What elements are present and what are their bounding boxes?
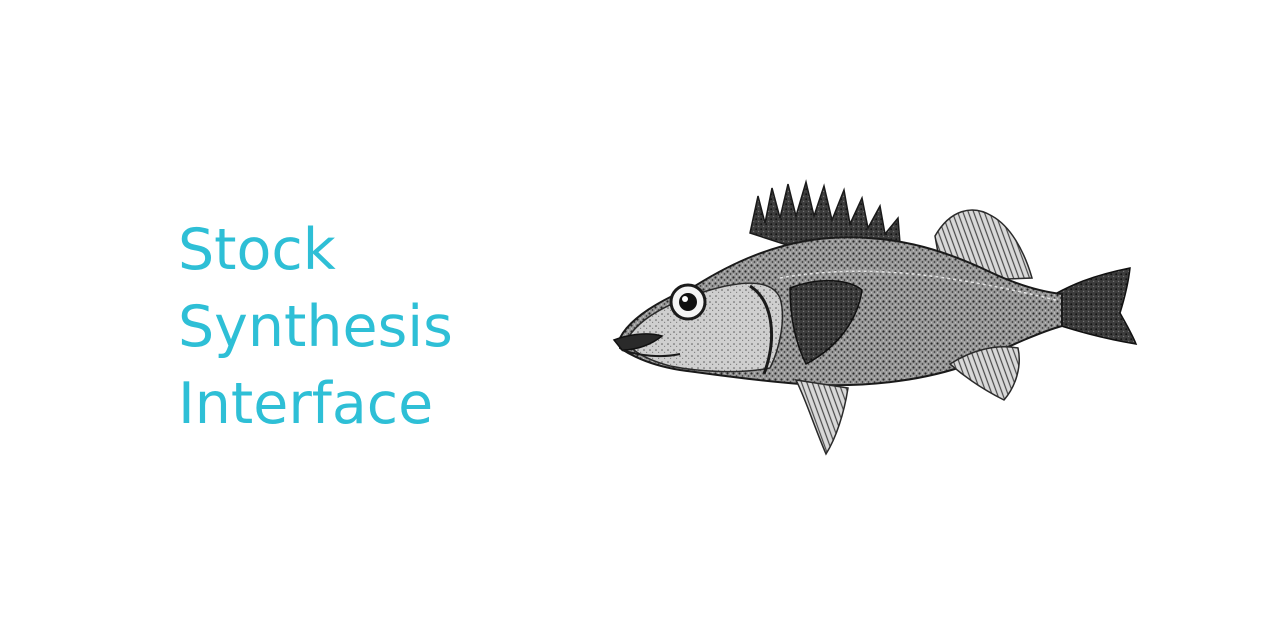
title-line-synthesis: Synthesis <box>178 294 453 360</box>
pelvic-fin <box>794 379 849 456</box>
rockfish-icon <box>612 179 1138 456</box>
logo-banner: Stock Synthesis Interface <box>0 0 1280 640</box>
rockfish-illustration <box>600 168 1160 468</box>
title-line-stock: Stock <box>178 217 336 283</box>
app-title: Stock Synthesis Interface <box>178 212 538 443</box>
tail-fin <box>1054 267 1138 345</box>
fish-eye <box>669 283 707 321</box>
title-line-interface: Interface <box>178 371 434 437</box>
